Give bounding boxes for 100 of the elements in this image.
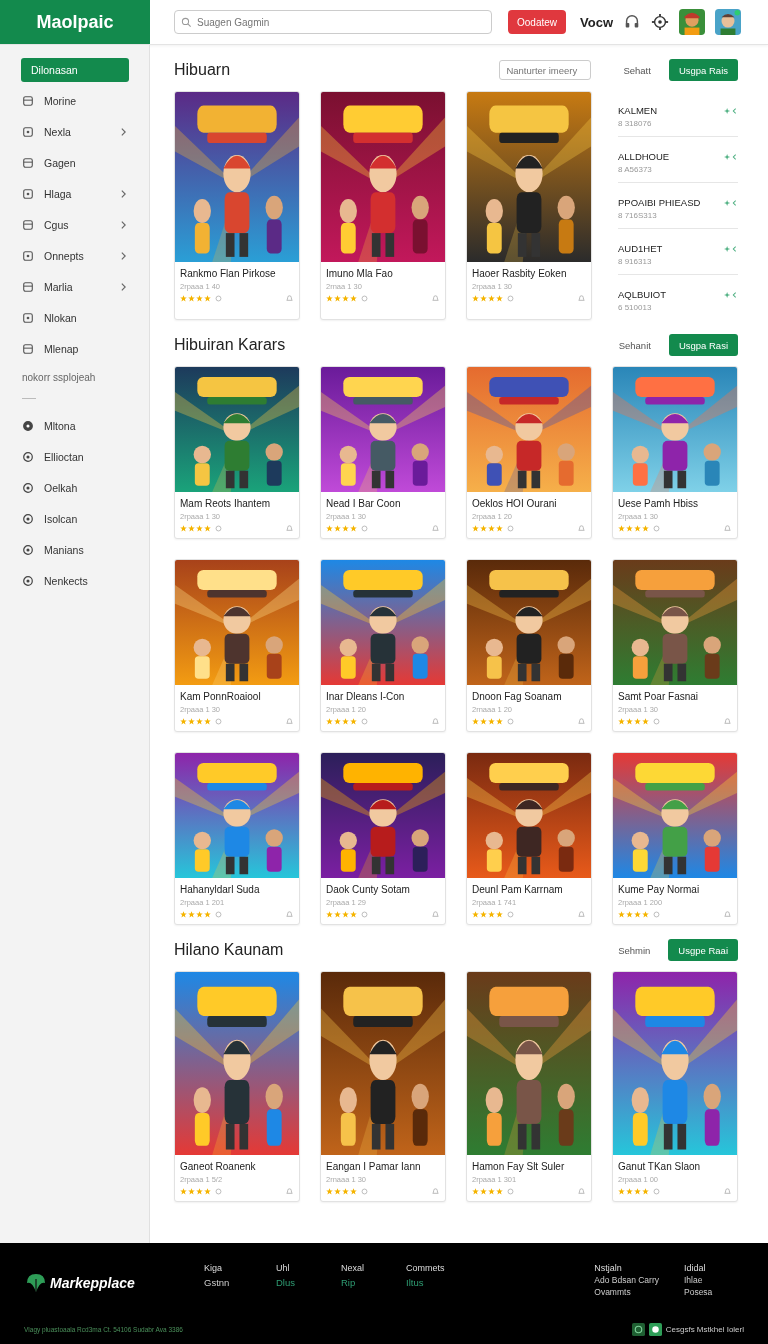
- footer-text: Posesa: [684, 1287, 714, 1297]
- action-button[interactable]: Oodatew: [508, 10, 567, 34]
- sidebar-item[interactable]: Mltona: [20, 414, 129, 438]
- circle-icon: [507, 525, 514, 532]
- footer-heading: Ididal: [684, 1263, 707, 1273]
- sidebar-item[interactable]: Ellioctan: [20, 445, 129, 469]
- circle-icon: [507, 1188, 514, 1195]
- bell-icon[interactable]: [723, 1187, 732, 1196]
- game-title: Ganeot Roanenk: [180, 1161, 257, 1172]
- footer-heading: Commets: [406, 1263, 446, 1273]
- sparkle-chevron-icon[interactable]: [724, 107, 738, 115]
- circle-icon[interactable]: [631, 1323, 645, 1336]
- bell-icon[interactable]: [285, 524, 294, 533]
- section-button[interactable]: Usgpe Raai: [668, 939, 738, 961]
- sidebar-item[interactable]: Gagen: [20, 151, 129, 175]
- footer-heading: Nstjaln: [594, 1263, 623, 1273]
- sparkle-chevron-icon[interactable]: [724, 153, 738, 161]
- circle-icon: [361, 295, 368, 302]
- sparkle-chevron-icon[interactable]: [724, 291, 738, 299]
- sidebar-item[interactable]: Cgus: [20, 213, 129, 237]
- chevron-icon: [120, 251, 127, 261]
- list-title: ALLDHOUE: [618, 151, 671, 162]
- sidebar-item[interactable]: Marlia: [20, 275, 129, 299]
- see-all-link[interactable]: Sehanit: [618, 339, 651, 351]
- sidebar-item[interactable]: Dilonasan: [21, 58, 129, 82]
- bell-icon[interactable]: [431, 294, 440, 303]
- sidebar-item[interactable]: Oelkah: [20, 476, 129, 500]
- section-button[interactable]: Usgpa Rais: [668, 59, 738, 81]
- bell-icon[interactable]: [577, 1187, 586, 1196]
- circle-icon: [215, 911, 222, 918]
- bell-icon[interactable]: [577, 524, 586, 533]
- circle-icon: [22, 482, 34, 494]
- circle-icon: [22, 575, 34, 587]
- bell-icon[interactable]: [577, 910, 586, 919]
- bell-icon[interactable]: [723, 910, 732, 919]
- footer-link[interactable]: Iltus: [406, 1277, 478, 1288]
- search-icon: [181, 17, 192, 28]
- game-title: Ganut TKan Slaon: [618, 1161, 702, 1172]
- game-title: Mam Reots Ihantem: [180, 498, 272, 509]
- circle-icon: [361, 911, 368, 918]
- circle-icon: [22, 420, 34, 432]
- circle-icon: [653, 525, 660, 532]
- sidebar-item[interactable]: Hlaga: [20, 182, 129, 206]
- filter-field[interactable]: Nanturter imeery: [499, 60, 592, 80]
- sidebar-item[interactable]: Manians: [20, 538, 129, 562]
- footer-link[interactable]: Rip: [341, 1277, 406, 1288]
- circle-icon: [215, 1188, 222, 1195]
- game-title: Hahanyldarl Suda: [180, 884, 261, 895]
- logo-text[interactable]: Maolpaic: [36, 11, 114, 33]
- bell-icon[interactable]: [285, 910, 294, 919]
- list-title: AQLBUIOT: [618, 289, 668, 300]
- bell-icon[interactable]: [285, 294, 294, 303]
- sidebar-item[interactable]: Nlokan: [20, 306, 129, 330]
- game-title: Kume Pay Normai: [618, 884, 701, 895]
- sparkle-chevron-icon[interactable]: [724, 245, 738, 253]
- footer-heading: Kiga: [204, 1263, 223, 1273]
- bell-icon[interactable]: [577, 294, 586, 303]
- bell-icon[interactable]: [723, 717, 732, 726]
- sidebar-item[interactable]: Onnepts: [20, 244, 129, 268]
- circle-icon: [22, 544, 34, 556]
- game-title: Imuno Mla Fao: [326, 268, 394, 279]
- list-title: KALMEN: [618, 105, 659, 116]
- sidebar-item[interactable]: Isolcan: [20, 507, 129, 531]
- circle-icon: [215, 525, 222, 532]
- circle-icon: [215, 295, 222, 302]
- game-title: Rankmo Flan Pirkose: [180, 268, 277, 279]
- sidebar-item[interactable]: Nenkects: [20, 569, 129, 593]
- section-title: Hibuiran Karars: [174, 336, 287, 354]
- see-all-link[interactable]: Sehatt: [623, 64, 651, 76]
- bell-icon[interactable]: [285, 717, 294, 726]
- search-field[interactable]: Suagen Gagmin: [174, 10, 492, 34]
- chevron-icon: [120, 127, 127, 137]
- bell-icon[interactable]: [285, 1187, 294, 1196]
- circle-icon: [507, 718, 514, 725]
- footer-logo[interactable]: Markepplace: [50, 1275, 135, 1291]
- circle-icon: [507, 911, 514, 918]
- footer-link[interactable]: Dlus: [276, 1277, 341, 1288]
- sidebar-item[interactable]: Morine: [20, 89, 129, 113]
- bell-icon[interactable]: [431, 910, 440, 919]
- footer-heading: Uhl: [276, 1263, 291, 1273]
- circle-icon: [653, 1188, 660, 1195]
- bell-icon[interactable]: [431, 524, 440, 533]
- game-title: Uese Pamh Hbiss: [618, 498, 700, 509]
- bell-icon[interactable]: [431, 1187, 440, 1196]
- sparkle-chevron-icon[interactable]: [724, 199, 738, 207]
- footer-link[interactable]: Gstnn: [204, 1277, 276, 1288]
- sidebar-item[interactable]: Nexla: [20, 120, 129, 144]
- sidebar-item[interactable]: Mlenap: [20, 337, 129, 361]
- game-title: Oeklos HOI Ourani: [472, 498, 558, 509]
- footer-text: Ihlae: [684, 1275, 704, 1285]
- game-title: Deunl Pam Karrnam: [472, 884, 564, 895]
- circle-icon: [361, 1188, 368, 1195]
- section-label: nokorr ssplojeah: [22, 372, 97, 383]
- list-meta: 8 318076: [618, 119, 653, 128]
- see-all-link[interactable]: Sehmin: [618, 944, 651, 956]
- bell-icon[interactable]: [431, 717, 440, 726]
- bell-icon[interactable]: [723, 524, 732, 533]
- section-button[interactable]: Usgpa Rasi: [668, 334, 738, 356]
- bell-icon[interactable]: [577, 717, 586, 726]
- circle-icon: [361, 525, 368, 532]
